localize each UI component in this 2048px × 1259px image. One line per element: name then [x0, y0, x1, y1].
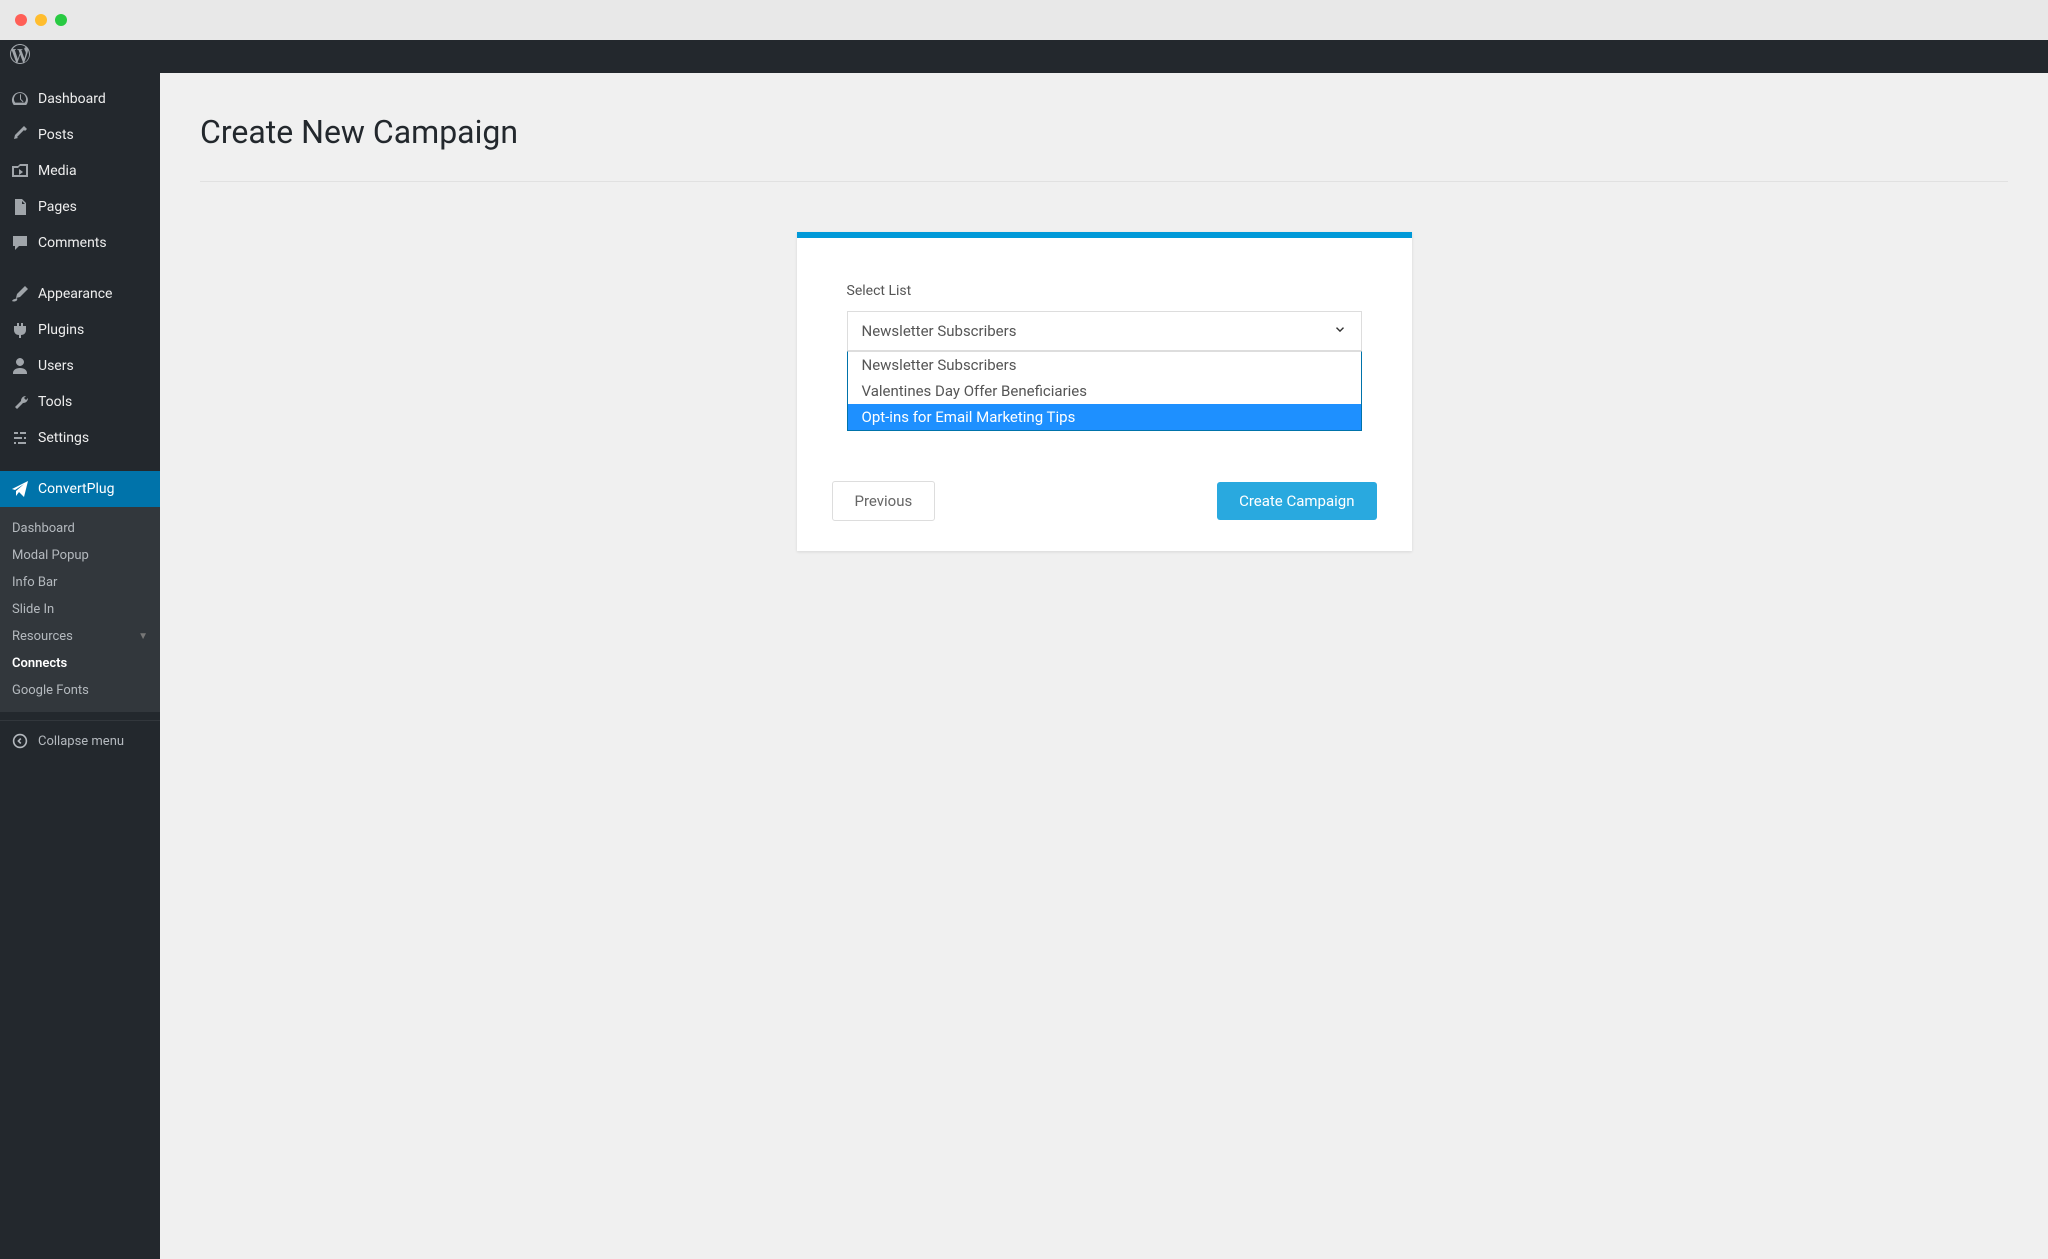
sidebar-separator	[0, 461, 160, 466]
sidebar-item-users[interactable]: Users	[0, 348, 160, 384]
dropdown-option-label: Valentines Day Offer Beneficiaries	[862, 382, 1088, 400]
submenu-item-slide-in[interactable]: Slide In	[0, 596, 160, 623]
sidebar-item-posts[interactable]: Posts	[0, 117, 160, 153]
dropdown-option[interactable]: Newsletter Subscribers	[848, 352, 1361, 378]
admin-sidebar: Dashboard Posts Media Pages	[0, 40, 160, 1259]
sidebar-item-convertplug[interactable]: ConvertPlug	[0, 471, 160, 507]
send-icon	[10, 479, 30, 499]
comment-icon	[10, 233, 30, 253]
previous-button[interactable]: Previous	[832, 481, 936, 521]
page-title: Create New Campaign	[200, 113, 2008, 151]
submenu: Dashboard Modal Popup Info Bar Slide In …	[0, 507, 160, 712]
submenu-item-dashboard[interactable]: Dashboard	[0, 515, 160, 542]
sidebar-item-pages[interactable]: Pages	[0, 189, 160, 225]
dropdown-option-label: Newsletter Subscribers	[862, 356, 1017, 374]
select-list-dropdown[interactable]: Newsletter Subscribers	[847, 311, 1362, 351]
sidebar-item-plugins[interactable]: Plugins	[0, 312, 160, 348]
sidebar-separator	[0, 266, 160, 271]
dashboard-icon	[10, 89, 30, 109]
sidebar-item-appearance[interactable]: Appearance	[0, 276, 160, 312]
wp-admin-bar	[0, 40, 2048, 73]
submenu-item-google-fonts[interactable]: Google Fonts	[0, 677, 160, 704]
dropdown-list: Newsletter Subscribers Valentines Day Of…	[847, 351, 1362, 431]
submenu-item-label: Modal Popup	[12, 548, 89, 563]
media-icon	[10, 161, 30, 181]
create-campaign-button[interactable]: Create Campaign	[1217, 482, 1376, 520]
sidebar-item-label: Settings	[38, 430, 89, 446]
sidebar-item-label: Media	[38, 163, 77, 179]
browser-chrome	[0, 0, 2048, 40]
wordpress-logo-icon[interactable]	[10, 44, 30, 69]
collapse-menu-label: Collapse menu	[38, 734, 124, 749]
sidebar-item-label: Plugins	[38, 322, 84, 338]
submenu-item-label: Resources	[12, 629, 73, 644]
sidebar-item-label: ConvertPlug	[38, 481, 114, 497]
chevron-down-icon: ▼	[138, 631, 148, 642]
submenu-item-label: Info Bar	[12, 575, 57, 590]
sidebar-item-label: Users	[38, 358, 74, 374]
submenu-item-resources[interactable]: Resources ▼	[0, 623, 160, 650]
window-maximize-button[interactable]	[55, 14, 67, 26]
submenu-item-info-bar[interactable]: Info Bar	[0, 569, 160, 596]
submenu-item-label: Dashboard	[12, 521, 75, 536]
sidebar-item-dashboard[interactable]: Dashboard	[0, 81, 160, 117]
dropdown-option-label: Opt-ins for Email Marketing Tips	[862, 408, 1076, 426]
submenu-item-modal-popup[interactable]: Modal Popup	[0, 542, 160, 569]
submenu-item-label: Connects	[12, 656, 67, 671]
sliders-icon	[10, 428, 30, 448]
dropdown-option[interactable]: Valentines Day Offer Beneficiaries	[848, 378, 1361, 404]
submenu-item-label: Google Fonts	[12, 683, 89, 698]
page-icon	[10, 197, 30, 217]
brush-icon	[10, 284, 30, 304]
sidebar-item-settings[interactable]: Settings	[0, 420, 160, 456]
sidebar-item-label: Comments	[38, 235, 107, 251]
chevron-down-icon	[1333, 322, 1347, 340]
submenu-item-label: Slide In	[12, 602, 54, 617]
wrench-icon	[10, 392, 30, 412]
sidebar-item-label: Tools	[38, 394, 72, 410]
campaign-card: Select List Newsletter Subscribers Newsl…	[797, 232, 1412, 551]
select-list-label: Select List	[847, 283, 1362, 299]
user-icon	[10, 356, 30, 376]
sidebar-item-label: Appearance	[38, 286, 112, 302]
sidebar-item-label: Pages	[38, 199, 77, 215]
submenu-item-connects[interactable]: Connects	[0, 650, 160, 677]
collapse-icon	[10, 731, 30, 751]
window-minimize-button[interactable]	[35, 14, 47, 26]
sidebar-item-label: Dashboard	[38, 91, 106, 107]
sidebar-item-tools[interactable]: Tools	[0, 384, 160, 420]
plug-icon	[10, 320, 30, 340]
dropdown-option[interactable]: Opt-ins for Email Marketing Tips	[848, 404, 1361, 430]
window-close-button[interactable]	[15, 14, 27, 26]
sidebar-item-comments[interactable]: Comments	[0, 225, 160, 261]
sidebar-item-media[interactable]: Media	[0, 153, 160, 189]
content-area: Create New Campaign Select List Newslett…	[160, 40, 2048, 1259]
pin-icon	[10, 125, 30, 145]
title-divider	[200, 181, 2008, 182]
sidebar-item-label: Posts	[38, 127, 74, 143]
select-value: Newsletter Subscribers	[862, 322, 1017, 340]
collapse-menu-button[interactable]: Collapse menu	[0, 720, 160, 761]
